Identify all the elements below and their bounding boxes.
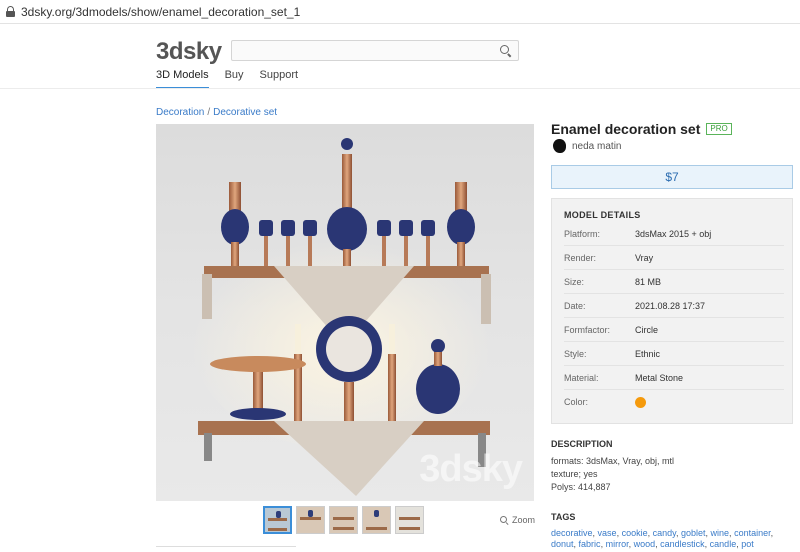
detail-value: 2021.08.28 17:37 — [635, 300, 706, 311]
color-swatch[interactable] — [635, 396, 646, 408]
tag-link[interactable]: vase — [598, 528, 617, 538]
tag-link[interactable]: mirror — [606, 539, 629, 549]
main-nav: 3D Models Buy Support — [156, 69, 298, 89]
tag-link[interactable]: cookie — [622, 528, 648, 538]
tag-link[interactable]: donut — [551, 539, 574, 549]
detail-value: 81 MB — [635, 276, 662, 287]
thumbnail-strip — [263, 506, 424, 534]
detail-label: Material: — [564, 372, 599, 383]
detail-label: Platform: — [564, 228, 601, 239]
product-render — [191, 138, 491, 496]
thumbnail-4[interactable] — [362, 506, 391, 534]
breadcrumb-separator: / — [207, 107, 211, 118]
detail-row-render: Render: Vray — [564, 246, 784, 270]
description-heading: DESCRIPTION — [551, 439, 613, 449]
tag-link[interactable]: pot — [741, 539, 754, 549]
thumbnail-5[interactable] — [395, 506, 424, 534]
nav-support[interactable]: Support — [260, 69, 299, 89]
watermark-logo: 3dsky — [419, 448, 523, 490]
model-details-heading: MODEL DETAILS — [564, 210, 641, 220]
detail-row-platform: Platform: 3dsMax 2015 + obj — [564, 222, 784, 246]
tag-link[interactable]: candy — [653, 528, 676, 538]
search-box[interactable] — [231, 40, 519, 61]
breadcrumb-decoration[interactable]: Decoration — [156, 107, 204, 118]
thumbnail-1[interactable] — [263, 506, 292, 534]
author[interactable]: neda matin — [553, 139, 621, 153]
breadcrumb: Decoration / Decorative set — [156, 107, 277, 118]
avatar[interactable] — [553, 139, 566, 153]
thumbnail-3[interactable] — [329, 506, 358, 534]
author-name[interactable]: neda matin — [572, 141, 621, 152]
detail-label: Color: — [564, 397, 589, 407]
tag-link[interactable]: wood — [634, 539, 656, 549]
price-button[interactable]: $7 — [551, 165, 793, 189]
bottom-tab-bar — [156, 546, 296, 552]
detail-value: Vray — [635, 252, 654, 263]
detail-value[interactable]: Circle — [635, 325, 658, 335]
nav-buy[interactable]: Buy — [225, 69, 244, 89]
detail-row-formfactor: Formfactor: Circle — [564, 318, 784, 342]
search-icon[interactable] — [500, 45, 512, 58]
zoom-label: Zoom — [512, 515, 536, 525]
description-line: texture; yes — [551, 469, 598, 479]
nav-3d-models[interactable]: 3D Models — [156, 69, 209, 89]
address-bar[interactable]: 3dsky.org/3dmodels/show/enamel_decoratio… — [0, 0, 800, 24]
detail-value: 3dsMax 2015 + obj — [635, 228, 712, 239]
zoom-icon — [500, 515, 509, 525]
product-title: Enamel decoration set — [551, 121, 701, 137]
tag-link[interactable]: wine — [711, 528, 730, 538]
tag-list: decorative, vase, cookie, candy, goblet,… — [551, 528, 774, 549]
detail-value[interactable]: Metal Stone — [635, 373, 683, 383]
detail-row-size: Size: 81 MB — [564, 270, 784, 294]
tag-link[interactable]: decorative — [551, 528, 593, 538]
detail-row-style: Style: Ethnic — [564, 342, 784, 366]
description-line: Polys: 414,887 — [551, 482, 611, 492]
tag-link[interactable]: candle — [710, 539, 737, 549]
pro-badge: PRO — [706, 123, 732, 135]
product-image[interactable]: 3dsky — [156, 124, 534, 501]
tag-link[interactable]: goblet — [681, 528, 706, 538]
detail-label: Size: — [564, 276, 585, 287]
tag-link[interactable]: fabric — [579, 539, 601, 549]
tags-heading: TAGS — [551, 512, 576, 522]
header-divider — [0, 88, 800, 89]
detail-label: Date: — [564, 300, 586, 311]
tag-link[interactable]: candlestick — [660, 539, 705, 549]
url-text[interactable]: 3dsky.org/3dmodels/show/enamel_decoratio… — [21, 5, 300, 19]
zoom-button[interactable]: Zoom — [500, 515, 535, 525]
detail-value[interactable]: Ethnic — [635, 349, 660, 359]
detail-row-color: Color: — [564, 390, 784, 414]
detail-row-material: Material: Metal Stone — [564, 366, 784, 390]
detail-label: Formfactor: — [564, 324, 611, 335]
thumbnail-2[interactable] — [296, 506, 325, 534]
detail-row-date: Date: 2021.08.28 17:37 — [564, 294, 784, 318]
tag-link[interactable]: container — [734, 528, 771, 538]
lock-icon — [6, 6, 15, 17]
site-logo[interactable]: 3dsky — [156, 38, 222, 66]
description-line: formats: 3dsMax, Vray, obj, mtl — [551, 456, 675, 466]
model-details-panel: MODEL DETAILS Platform: 3dsMax 2015 + ob… — [551, 198, 793, 424]
breadcrumb-decorative-set[interactable]: Decorative set — [213, 107, 277, 118]
search-input[interactable] — [232, 41, 492, 60]
product-title-row: Enamel decoration set PRO — [551, 121, 732, 137]
detail-label: Render: — [564, 252, 597, 263]
detail-label: Style: — [564, 348, 587, 359]
